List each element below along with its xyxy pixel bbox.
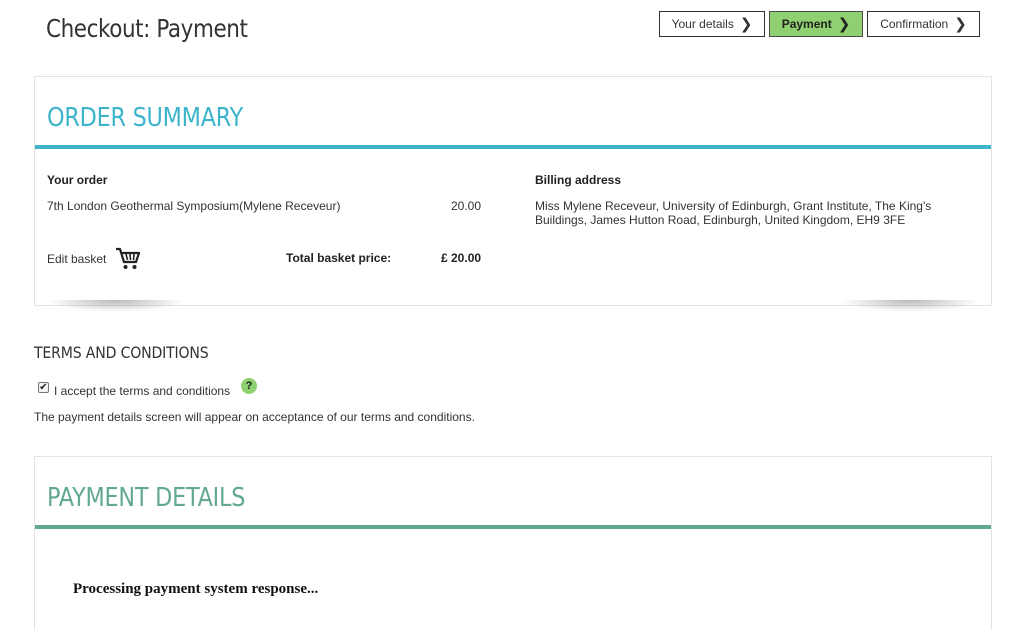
edit-basket-link[interactable]: Edit basket [47, 252, 106, 266]
step-payment[interactable]: Payment ❯ [769, 11, 863, 37]
accept-terms-checkbox[interactable]: ✔ [38, 382, 49, 393]
total-basket-label: Total basket price: [286, 251, 392, 265]
shopping-cart-icon[interactable] [115, 247, 141, 271]
billing-address-line-2: Buildings, James Hutton Road, Edinburgh,… [535, 213, 906, 227]
heading-divider [35, 145, 991, 149]
step-label: Payment [781, 17, 832, 31]
chevron-right-icon: ❯ [837, 15, 851, 33]
payment-details-panel: PAYMENT DETAILS Processing payment syste… [34, 456, 992, 630]
step-label: Confirmation [880, 17, 949, 31]
billing-address-label: Billing address [535, 173, 622, 187]
step-confirmation[interactable]: Confirmation ❯ [867, 11, 980, 37]
terms-heading: TERMS AND CONDITIONS [34, 343, 209, 362]
heading-divider [35, 525, 991, 529]
accept-terms-label[interactable]: I accept the terms and conditions [54, 384, 230, 398]
order-item-name: 7th London Geothermal Symposium(Mylene R… [47, 199, 341, 213]
your-order-label: Your order [47, 173, 108, 187]
terms-note: The payment details screen will appear o… [34, 410, 475, 424]
chevron-right-icon: ❯ [739, 15, 753, 33]
chevron-right-icon: ❯ [954, 15, 967, 33]
panel-shadow [46, 300, 186, 312]
step-label: Your details [671, 17, 734, 31]
total-basket-value: £ 20.00 [441, 251, 482, 265]
order-item-price: 20.00 [451, 199, 482, 213]
help-icon[interactable]: ? [241, 378, 257, 394]
order-summary-heading: ORDER SUMMARY [47, 103, 243, 133]
step-your-details[interactable]: Your details ❯ [659, 11, 765, 37]
payment-details-heading: PAYMENT DETAILS [47, 483, 246, 513]
checkout-page: Checkout: Payment Your details ❯ Payment… [0, 0, 1024, 630]
checkout-steps: Your details ❯ Payment ❯ Confirmation ❯ [659, 11, 980, 37]
billing-address-line-1: Miss Mylene Receveur, University of Edin… [535, 199, 932, 213]
panel-shadow [840, 300, 980, 312]
page-title: Checkout: Payment [46, 14, 248, 43]
processing-message: Processing payment system response... [73, 581, 319, 597]
order-summary-panel: ORDER SUMMARY Your order 7th London Geot… [34, 76, 992, 306]
